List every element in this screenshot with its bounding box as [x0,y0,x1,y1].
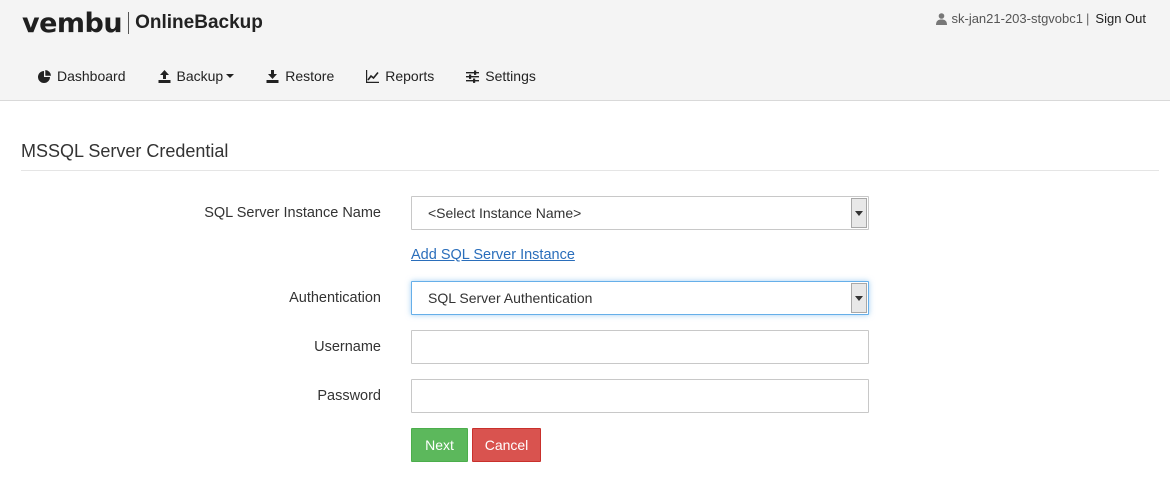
nav-reports[interactable]: Reports [366,68,434,84]
dropdown-arrow-icon[interactable] [851,198,867,228]
line-chart-icon [366,69,380,83]
instance-name-value: <Select Instance Name> [428,205,582,221]
nav-dashboard-label: Dashboard [57,68,126,84]
upload-icon [158,69,170,83]
main-nav: Dashboard Backup Restore Reports Setting… [38,68,568,84]
authentication-label: Authentication [289,290,381,306]
nav-reports-label: Reports [385,68,435,84]
sliders-icon [466,70,480,83]
sign-out-link[interactable]: Sign Out [1095,11,1146,26]
chevron-down-icon [226,74,235,78]
nav-settings-label: Settings [485,68,536,84]
title-divider [21,170,1159,171]
app-logo[interactable]: vembu OnlineBackup [22,7,263,39]
top-header: vembu OnlineBackup sk-jan21-203-stgvobc1… [0,0,1170,101]
dropdown-arrow-icon[interactable] [851,283,867,313]
user-area: sk-jan21-203-stgvobc1 | Sign Out [936,11,1146,26]
password-label: Password [317,388,381,404]
logo-divider [128,12,130,34]
user-icon [936,12,948,25]
authentication-select[interactable]: SQL Server Authentication [411,281,869,315]
download-icon [266,69,279,83]
logo-product: OnlineBackup [135,12,263,33]
add-sql-instance-link[interactable]: Add SQL Server Instance [411,247,575,263]
instance-name-label: SQL Server Instance Name [204,205,381,221]
nav-backup[interactable]: Backup [158,68,235,84]
password-field[interactable] [411,379,869,413]
username-field[interactable] [411,330,869,364]
page-title: MSSQL Server Credential [21,141,229,161]
cancel-button[interactable]: Cancel [472,428,541,462]
next-button[interactable]: Next [411,428,468,462]
username-label: Username [314,339,381,355]
nav-settings[interactable]: Settings [466,68,536,84]
user-separator: | [1086,11,1090,26]
instance-name-select[interactable]: <Select Instance Name> [411,196,869,230]
authentication-value: SQL Server Authentication [428,290,593,306]
nav-dashboard[interactable]: Dashboard [38,68,126,84]
nav-restore-label: Restore [285,68,335,84]
pie-chart-icon [38,69,51,83]
nav-backup-label: Backup [176,68,224,84]
username-label: sk-jan21-203-stgvobc1 [951,11,1084,26]
nav-restore[interactable]: Restore [266,68,334,84]
logo-brand: vembu [22,7,123,39]
